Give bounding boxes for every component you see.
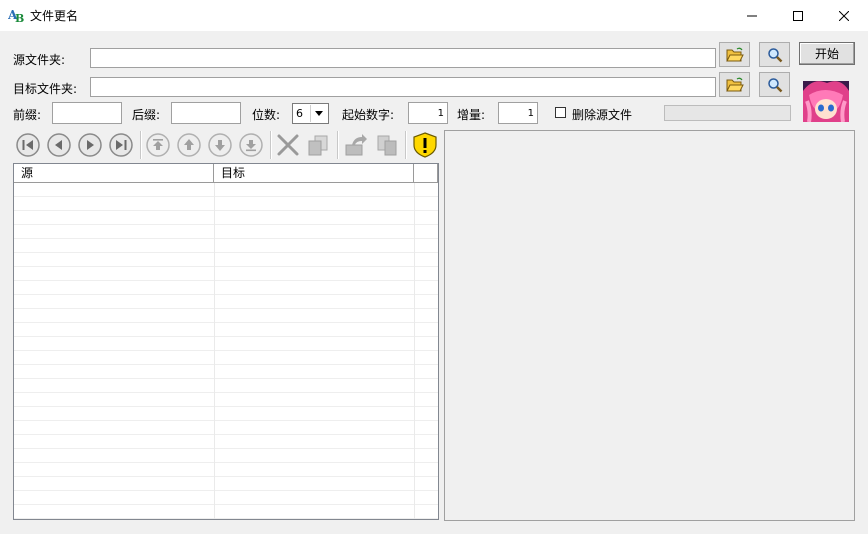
delete-source-label: 删除源文件 xyxy=(572,108,633,122)
window-title: 文件更名 xyxy=(30,9,79,23)
digits-value: 6 xyxy=(296,107,303,120)
move-bottom-icon xyxy=(239,133,263,157)
minimize-button[interactable] xyxy=(729,0,775,31)
maximize-icon xyxy=(793,10,803,21)
minimize-icon xyxy=(747,15,757,16)
toolbar-separator xyxy=(337,131,339,159)
warning-button[interactable] xyxy=(412,132,438,158)
first-icon xyxy=(16,133,40,157)
move-down-button[interactable] xyxy=(208,133,232,157)
close-icon xyxy=(839,10,849,21)
source-search-button[interactable] xyxy=(759,42,790,67)
warning-icon xyxy=(413,132,437,158)
search-icon xyxy=(767,47,782,62)
copy-icon xyxy=(377,135,397,156)
copy-to-icon xyxy=(308,135,328,156)
next-button[interactable] xyxy=(78,133,102,157)
folder-open-icon xyxy=(725,47,744,61)
source-folder-label: 源文件夹: xyxy=(13,53,66,67)
suffix-label: 后缀: xyxy=(132,108,161,122)
first-button[interactable] xyxy=(16,133,40,157)
maximize-button[interactable] xyxy=(775,0,821,31)
folder-open-icon xyxy=(725,77,744,91)
source-folder-input[interactable] xyxy=(90,48,716,68)
increment-input[interactable] xyxy=(498,102,538,124)
toolbar-separator xyxy=(140,131,142,159)
list-body[interactable] xyxy=(14,183,438,519)
copy-button[interactable] xyxy=(375,133,399,157)
avatar xyxy=(803,81,849,122)
toolbar-separator xyxy=(270,131,272,159)
export-button[interactable] xyxy=(344,133,368,157)
move-top-button[interactable] xyxy=(146,133,170,157)
progress-bar xyxy=(664,105,791,121)
preview-panel xyxy=(444,130,855,521)
target-search-button[interactable] xyxy=(759,72,790,97)
export-icon xyxy=(345,134,367,156)
last-icon xyxy=(109,133,133,157)
column-divider xyxy=(214,183,215,519)
increment-label: 增量: xyxy=(457,108,486,122)
digits-label: 位数: xyxy=(252,108,281,122)
delete-source-checkbox[interactable] xyxy=(555,107,566,118)
prefix-input[interactable] xyxy=(52,102,122,124)
last-button[interactable] xyxy=(109,133,133,157)
file-list[interactable]: 源 目标 xyxy=(13,163,439,520)
prev-icon xyxy=(47,133,71,157)
column-divider xyxy=(414,183,415,519)
next-icon xyxy=(78,133,102,157)
column-header-source[interactable]: 源 xyxy=(14,164,214,182)
move-up-icon xyxy=(177,133,201,157)
prev-button[interactable] xyxy=(47,133,71,157)
start-button[interactable]: 开始 xyxy=(799,42,855,65)
source-browse-button[interactable] xyxy=(719,42,750,67)
prefix-label: 前缀: xyxy=(13,108,42,122)
delete-icon xyxy=(277,134,299,156)
column-header-target[interactable]: 目标 xyxy=(214,164,414,182)
start-number-input[interactable] xyxy=(408,102,448,124)
move-top-icon xyxy=(146,133,170,157)
toolbar-separator xyxy=(405,131,407,159)
svg-text:B: B xyxy=(15,12,24,24)
suffix-input[interactable] xyxy=(171,102,241,124)
list-header: 源 目标 xyxy=(14,164,438,183)
dropdown-arrow[interactable] xyxy=(310,105,327,122)
target-folder-label: 目标文件夹: xyxy=(13,82,78,96)
search-icon xyxy=(767,77,782,92)
move-down-icon xyxy=(208,133,232,157)
chevron-down-icon xyxy=(315,111,323,116)
move-bottom-button[interactable] xyxy=(239,133,263,157)
move-up-button[interactable] xyxy=(177,133,201,157)
copy-to-button[interactable] xyxy=(306,133,330,157)
close-button[interactable] xyxy=(821,0,867,31)
target-browse-button[interactable] xyxy=(719,72,750,97)
start-number-label: 起始数字: xyxy=(342,108,395,122)
app-icon: A B xyxy=(7,6,26,25)
delete-button[interactable] xyxy=(276,133,300,157)
digits-select[interactable]: 6 xyxy=(292,103,329,124)
column-header-filler xyxy=(414,164,438,182)
target-folder-input[interactable] xyxy=(90,77,716,97)
